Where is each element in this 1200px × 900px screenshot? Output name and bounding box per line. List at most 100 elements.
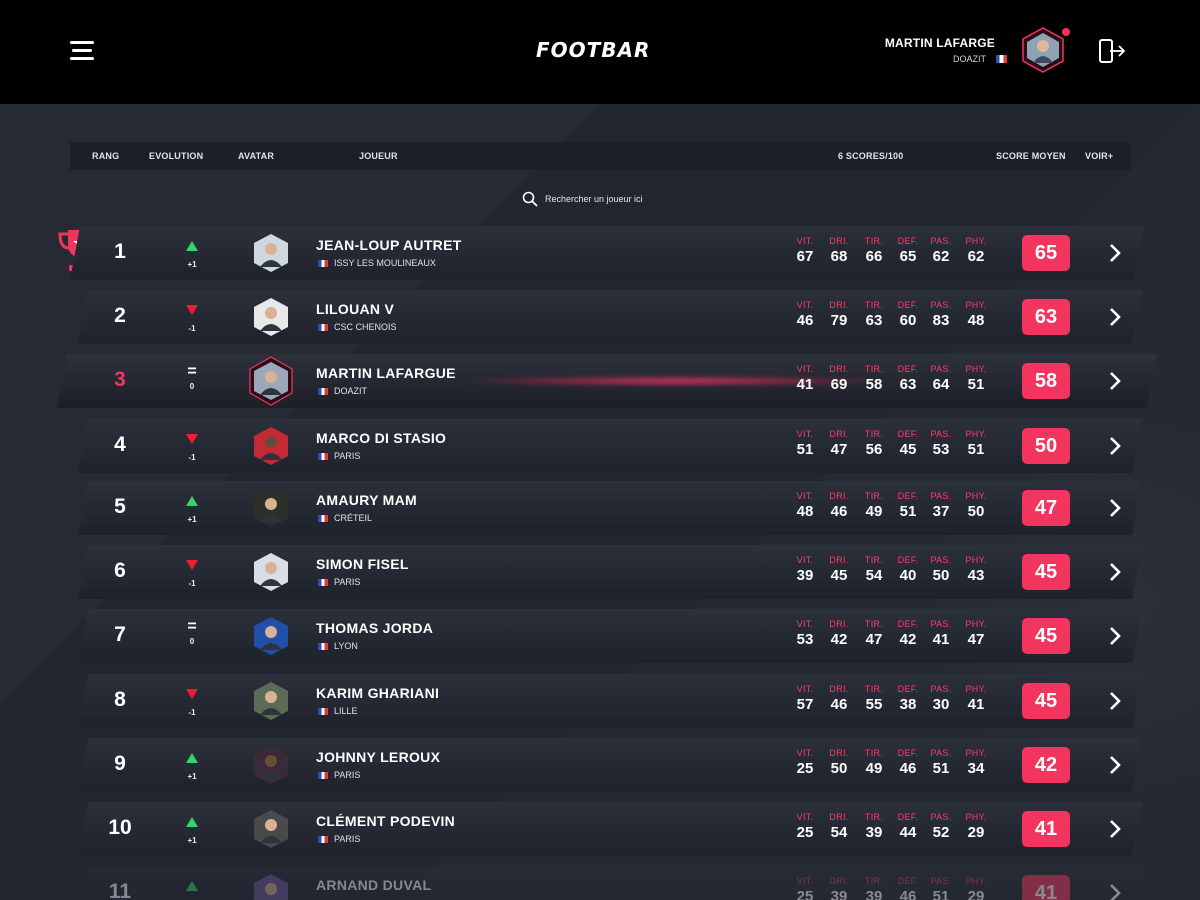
stat-label: TIR. bbox=[864, 748, 884, 758]
chevron-right-icon[interactable] bbox=[1107, 626, 1123, 646]
stat-pas: PAS. 53 bbox=[924, 429, 958, 458]
table-row[interactable]: 2 -1 LILOUAN V CSC CHENOIS VIT. 46 DRI. 79 TIR. 6… bbox=[78, 290, 1142, 344]
stat-def: DEF. 65 bbox=[891, 236, 925, 265]
user-avatar[interactable] bbox=[1020, 27, 1066, 73]
stat-phy: PHY. 48 bbox=[959, 300, 993, 329]
table-row[interactable]: 8 -1 KARIM GHARIANI LILLE VIT. 57 DRI. 46 TIR. 55… bbox=[78, 674, 1142, 728]
stat-label: DRI. bbox=[829, 812, 849, 822]
stat-def: DEF. 38 bbox=[891, 684, 925, 713]
footbar-logo[interactable]: FOOTBAR bbox=[536, 38, 666, 64]
player-name[interactable]: SIMON FISEL bbox=[316, 556, 409, 572]
stat-label: PAS. bbox=[930, 429, 952, 439]
player-name[interactable]: JOHNNY LEROUX bbox=[316, 749, 440, 765]
player-avatar[interactable] bbox=[252, 488, 290, 528]
evolution-value: -1 bbox=[188, 324, 196, 333]
chevron-right-icon[interactable] bbox=[1107, 243, 1123, 263]
france-flag-icon bbox=[318, 324, 328, 331]
stat-value: 25 bbox=[796, 760, 814, 777]
player-avatar[interactable] bbox=[252, 745, 290, 785]
player-name[interactable]: THOMAS JORDA bbox=[316, 620, 433, 636]
player-club: PARIS bbox=[318, 577, 360, 587]
player-club-name: DOAZIT bbox=[334, 386, 367, 396]
player-name[interactable]: MARCO DI STASIO bbox=[316, 430, 446, 446]
table-row[interactable]: 10 +1 CLÉMENT PODEVIN PARIS VIT. 25 DRI. 54 TIR.… bbox=[78, 802, 1142, 856]
player-name[interactable]: ARNAND DUVAL bbox=[316, 877, 431, 893]
stat-vit: VIT. 25 bbox=[788, 748, 822, 777]
column-header-evolution: EVOLUTION bbox=[149, 151, 204, 161]
player-name[interactable]: MARTIN LAFARGUE bbox=[316, 365, 456, 381]
stat-def: DEF. 44 bbox=[891, 812, 925, 841]
table-row[interactable]: 1 +1 JEAN-LOUP AUTRET ISSY LES MOULINEAUX VI… bbox=[70, 226, 1144, 280]
search-input[interactable]: Rechercher un joueur ici bbox=[545, 194, 643, 204]
chevron-right-icon[interactable] bbox=[1107, 562, 1123, 582]
stat-tir: TIR. 66 bbox=[857, 236, 891, 265]
stat-phy: PHY. 47 bbox=[959, 619, 993, 648]
player-avatar[interactable] bbox=[252, 552, 290, 592]
arrow-down-icon bbox=[186, 305, 198, 315]
arrow-up-icon bbox=[186, 881, 198, 891]
player-avatar[interactable] bbox=[252, 873, 290, 900]
table-row[interactable]: 11 +1 ARNAND DUVAL VIT. 25 DRI. 39 TIR. 39 DEF. 46… bbox=[78, 866, 1142, 900]
chevron-right-icon[interactable] bbox=[1107, 883, 1123, 900]
column-header-voir[interactable]: VOIR+ bbox=[1085, 151, 1113, 161]
chevron-right-icon[interactable] bbox=[1107, 371, 1123, 391]
stat-label: PHY. bbox=[965, 555, 987, 565]
player-avatar[interactable] bbox=[252, 426, 290, 466]
stat-value: 51 bbox=[932, 888, 950, 900]
stat-vit: VIT. 48 bbox=[788, 491, 822, 520]
table-row[interactable]: 4 -1 MARCO DI STASIO PARIS VIT. 51 DRI. 47 TIR. 5… bbox=[78, 419, 1142, 473]
rank-number: 2 bbox=[114, 304, 126, 327]
stat-label: PAS. bbox=[930, 812, 952, 822]
stat-value: 63 bbox=[899, 376, 917, 393]
chevron-right-icon[interactable] bbox=[1107, 307, 1123, 327]
evolution: -1 bbox=[177, 431, 207, 462]
top-bar: FOOTBAR MARTIN LAFARGE DOAZIT bbox=[0, 0, 1200, 104]
rank-number: 6 bbox=[114, 559, 126, 582]
player-club-name: LYON bbox=[334, 641, 358, 651]
player-name[interactable]: LILOUAN V bbox=[316, 301, 394, 317]
average-score-badge: 65 bbox=[1022, 235, 1070, 271]
chevron-right-icon[interactable] bbox=[1107, 819, 1123, 839]
stat-value: 25 bbox=[796, 888, 814, 900]
player-club: CRÉTEIL bbox=[318, 513, 372, 523]
table-row[interactable]: 7 = 0 THOMAS JORDA LYON VIT. 53 DRI. 42 TIR. 47 DEF… bbox=[78, 609, 1142, 663]
player-club-name: PARIS bbox=[334, 577, 361, 587]
player-avatar[interactable] bbox=[252, 809, 290, 849]
table-row-current-user[interactable]: 3 = 0 MARTIN LAFARGUE DOAZIT VIT. 41 DRI. 69 TIR.… bbox=[57, 354, 1157, 408]
player-avatar[interactable] bbox=[252, 233, 290, 273]
evolution: +1 bbox=[177, 493, 207, 524]
rank-number: 10 bbox=[108, 816, 132, 839]
chevron-right-icon[interactable] bbox=[1107, 436, 1123, 456]
chevron-right-icon[interactable] bbox=[1107, 755, 1123, 775]
average-score-badge: 42 bbox=[1022, 747, 1070, 783]
player-club: PARIS bbox=[318, 451, 360, 461]
stat-label: PAS. bbox=[930, 748, 952, 758]
player-avatar[interactable] bbox=[252, 681, 290, 721]
player-club: LILLE bbox=[318, 706, 358, 716]
stat-label: TIR. bbox=[864, 491, 884, 501]
stat-pas: PAS. 50 bbox=[924, 555, 958, 584]
stat-value: 42 bbox=[830, 631, 848, 648]
table-row[interactable]: 5 +1 AMAURY MAM CRÉTEIL VIT. 48 DRI. 46 TIR. 49 DE… bbox=[78, 481, 1142, 535]
player-avatar[interactable] bbox=[252, 616, 290, 656]
chevron-right-icon[interactable] bbox=[1107, 498, 1123, 518]
stat-label: VIT. bbox=[796, 812, 814, 822]
player-avatar[interactable] bbox=[252, 297, 290, 337]
logout-icon[interactable] bbox=[1098, 38, 1126, 64]
table-row[interactable]: 6 -1 SIMON FISEL PARIS VIT. 39 DRI. 45 TIR. 54 DEF… bbox=[78, 545, 1142, 599]
stat-label: DEF. bbox=[897, 300, 919, 310]
stat-label: DEF. bbox=[897, 491, 919, 501]
player-name[interactable]: JEAN-LOUP AUTRET bbox=[316, 237, 462, 253]
evolution-value: +1 bbox=[187, 260, 197, 269]
hamburger-menu-icon[interactable] bbox=[70, 41, 94, 60]
player-name[interactable]: KARIM GHARIANI bbox=[316, 685, 439, 701]
stat-label: DEF. bbox=[897, 876, 919, 886]
chevron-right-icon[interactable] bbox=[1107, 691, 1123, 711]
player-avatar[interactable] bbox=[252, 361, 290, 401]
arrow-down-icon bbox=[186, 560, 198, 570]
stat-phy: PHY. 51 bbox=[959, 364, 993, 393]
player-name[interactable]: CLÉMENT PODEVIN bbox=[316, 813, 455, 829]
stat-label: PAS. bbox=[930, 491, 952, 501]
table-row[interactable]: 9 +1 JOHNNY LEROUX PARIS VIT. 25 DRI. 50 TIR. 49 D… bbox=[78, 738, 1142, 792]
player-name[interactable]: AMAURY MAM bbox=[316, 492, 417, 508]
